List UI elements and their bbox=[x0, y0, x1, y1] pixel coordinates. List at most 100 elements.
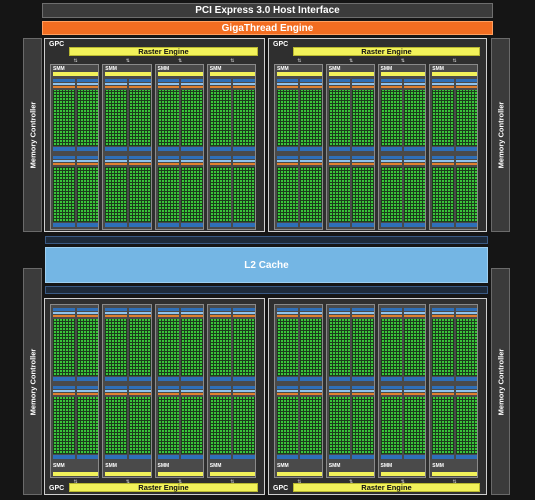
scheduler-bar bbox=[277, 86, 299, 88]
cuda-core-grid bbox=[76, 166, 99, 222]
smm-instruction-bar bbox=[53, 472, 99, 476]
cuda-core-grid bbox=[277, 319, 299, 376]
smm-instruction-bar bbox=[157, 472, 203, 476]
register-bar bbox=[432, 390, 454, 392]
smm-block: ⇅ SMM bbox=[154, 304, 204, 485]
scheduler-bar bbox=[352, 162, 374, 165]
scheduler-bar bbox=[105, 162, 127, 165]
scheduler-bar bbox=[352, 393, 374, 395]
unit-bar bbox=[277, 377, 299, 381]
scheduler-bar bbox=[157, 315, 180, 317]
unit-bar bbox=[128, 308, 151, 311]
raster-engine-label: Raster Engine bbox=[138, 47, 189, 56]
register-bar bbox=[181, 390, 203, 392]
unit-bar bbox=[233, 377, 255, 381]
unit-bar bbox=[181, 308, 203, 311]
smm-instruction-bar bbox=[105, 472, 151, 476]
scheduler-bar bbox=[128, 315, 151, 317]
unit-bar bbox=[403, 455, 426, 459]
memory-controller-top-right: Memory Controller bbox=[491, 38, 510, 232]
cuda-core-grid bbox=[277, 90, 299, 146]
smm-label: SMM bbox=[157, 463, 170, 469]
unit-bar bbox=[128, 146, 151, 151]
unit-bar bbox=[403, 386, 426, 389]
pci-express-host-interface: PCI Express 3.0 Host Interface bbox=[42, 3, 493, 18]
unit-bar bbox=[181, 386, 203, 389]
cuda-core-grid bbox=[455, 166, 477, 222]
unit-bar bbox=[380, 377, 402, 381]
unit-bar bbox=[352, 308, 374, 311]
unit-bar bbox=[128, 386, 151, 389]
arrow-icon: ⇅ bbox=[349, 58, 354, 64]
unit-bar bbox=[455, 79, 477, 82]
scheduler-bar bbox=[328, 393, 351, 395]
unit-bar bbox=[209, 146, 232, 151]
unit-bar bbox=[128, 79, 151, 82]
cuda-core-grid bbox=[300, 319, 322, 376]
unit-bar bbox=[233, 79, 255, 82]
unit-bar bbox=[105, 223, 127, 227]
unit-bar bbox=[53, 386, 75, 389]
smm-label: SMM bbox=[328, 463, 341, 469]
cuda-core-grid bbox=[53, 90, 75, 146]
cuda-core-grid bbox=[181, 166, 203, 222]
cuda-core-grid bbox=[328, 397, 351, 454]
cuda-core-grid bbox=[105, 90, 127, 146]
pci-express-label: PCI Express 3.0 Host Interface bbox=[195, 5, 340, 16]
unit-bar bbox=[380, 386, 402, 389]
unit-bar bbox=[181, 146, 203, 151]
unit-bar bbox=[105, 79, 127, 82]
unit-bar bbox=[105, 146, 127, 151]
raster-engine-label: Raster Engine bbox=[361, 47, 412, 56]
arrow-icon: ⇅ bbox=[452, 479, 457, 485]
register-bar bbox=[352, 83, 374, 85]
unit-bar bbox=[277, 455, 299, 459]
gpc-label: GPC bbox=[273, 41, 289, 48]
scheduler-bar bbox=[209, 315, 232, 317]
unit-bar bbox=[352, 79, 374, 82]
cuda-core-grid bbox=[300, 166, 322, 222]
register-bar bbox=[328, 390, 351, 392]
smm-block: ⇅ SMM bbox=[325, 304, 375, 485]
scheduler-bar bbox=[328, 315, 351, 317]
register-bar bbox=[209, 390, 232, 392]
scheduler-bar bbox=[455, 86, 477, 88]
cuda-core-grid bbox=[352, 90, 374, 146]
cuda-core-grid bbox=[328, 90, 351, 146]
register-bar bbox=[300, 159, 322, 162]
register-bar bbox=[277, 159, 299, 162]
unit-bar bbox=[432, 146, 454, 151]
unit-bar bbox=[233, 308, 255, 311]
unit-bar bbox=[76, 377, 99, 381]
unit-bar bbox=[53, 223, 75, 227]
cuda-core-grid bbox=[277, 166, 299, 222]
unit-bar bbox=[233, 386, 255, 389]
register-bar bbox=[53, 390, 75, 392]
scheduler-bar bbox=[105, 86, 127, 88]
scheduler-bar bbox=[432, 393, 454, 395]
register-bar bbox=[455, 159, 477, 162]
scheduler-bar bbox=[209, 393, 232, 395]
raster-engine: Raster Engine bbox=[293, 47, 480, 56]
register-bar bbox=[277, 83, 299, 85]
unit-bar bbox=[328, 455, 351, 459]
unit-bar bbox=[328, 155, 351, 159]
gpc-block: GPC Raster Engine ⇅ SMM ⇅ SMM ⇅ SMM ⇅ SMM bbox=[268, 38, 487, 232]
scheduler-bar bbox=[300, 393, 322, 395]
cuda-core-grid bbox=[380, 319, 402, 376]
unit-bar bbox=[300, 455, 322, 459]
scheduler-bar bbox=[380, 315, 402, 317]
scheduler-bar bbox=[105, 315, 127, 317]
register-bar bbox=[455, 312, 477, 314]
cuda-core-grid bbox=[209, 166, 232, 222]
cuda-core-grid bbox=[432, 319, 454, 376]
smm-block: ⇅ SMM bbox=[429, 304, 478, 485]
unit-bar bbox=[352, 377, 374, 381]
scheduler-bar bbox=[403, 162, 426, 165]
unit-bar bbox=[105, 386, 127, 389]
register-bar bbox=[233, 390, 255, 392]
unit-bar bbox=[128, 455, 151, 459]
register-bar bbox=[432, 312, 454, 314]
cuda-core-grid bbox=[76, 90, 99, 146]
smm-instruction-bar bbox=[380, 472, 426, 476]
